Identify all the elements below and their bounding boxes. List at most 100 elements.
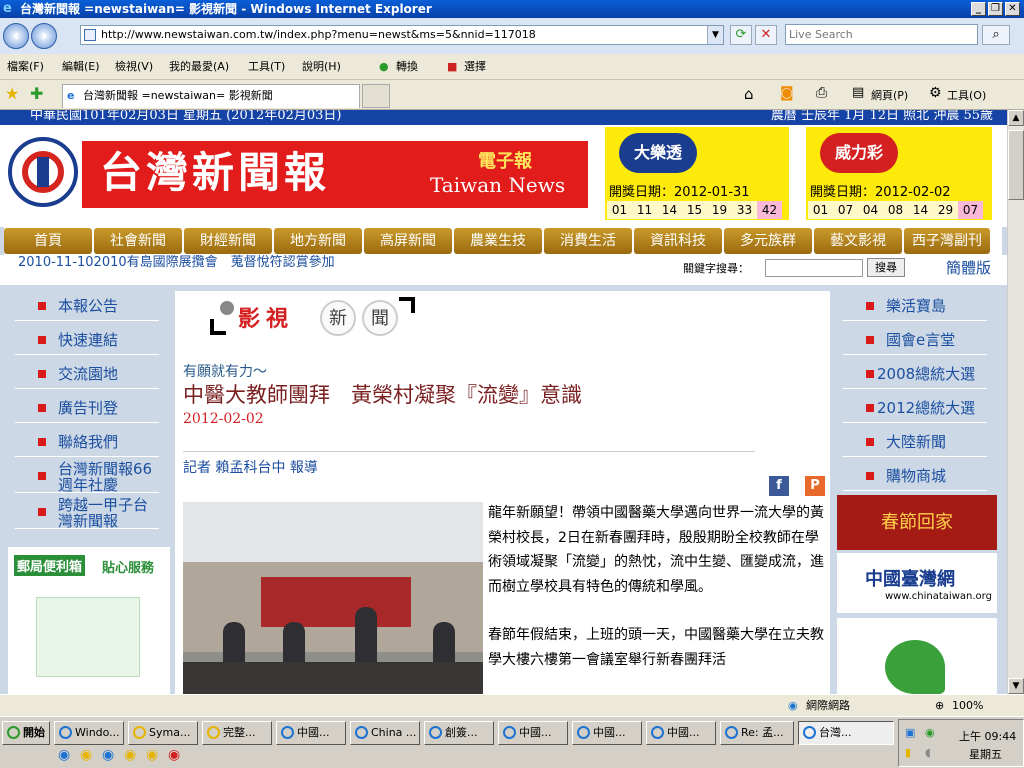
- leaf-ad[interactable]: [837, 618, 997, 694]
- taskbar-item[interactable]: Windo...: [54, 721, 124, 745]
- tools-menu-button[interactable]: 工具(O): [947, 87, 986, 103]
- stop-icon[interactable]: ✕: [755, 25, 777, 45]
- back-button[interactable]: ‹: [3, 23, 29, 49]
- taskbar-item[interactable]: China ...: [350, 721, 420, 745]
- network-icon[interactable]: ▣: [905, 726, 915, 739]
- sidebar-item-shopping[interactable]: 購物商城: [843, 461, 987, 491]
- security-icon[interactable]: ◉: [925, 726, 935, 739]
- quicklaunch-media-icon[interactable]: ◉: [168, 747, 180, 763]
- new-tab-button[interactable]: [362, 84, 390, 108]
- nav-tech[interactable]: 資訊科技: [634, 228, 722, 254]
- close-button[interactable]: ✕: [1005, 2, 1020, 16]
- forward-button[interactable]: ›: [31, 23, 57, 49]
- post-office-ad[interactable]: 郵局便利箱 貼心服務: [8, 547, 170, 694]
- menu-tools[interactable]: 工具(T): [248, 55, 285, 79]
- sidebar-item-parliament[interactable]: 國會e言堂: [843, 325, 987, 355]
- nav-ethnic[interactable]: 多元族群: [724, 228, 812, 254]
- quicklaunch-folder-icon[interactable]: ◉: [80, 747, 92, 763]
- page-menu-button[interactable]: 網頁(P): [871, 87, 908, 103]
- nav-agri[interactable]: 農業生技: [454, 228, 542, 254]
- address-dropdown-icon[interactable]: ▼: [707, 26, 723, 44]
- start-label: 開始: [23, 726, 45, 739]
- maximize-button[interactable]: ❐: [988, 2, 1003, 16]
- sidebar-item-happy-island[interactable]: 樂活寶島: [843, 291, 987, 321]
- chinataiwan-ad[interactable]: 中國臺灣網 www.chinataiwan.org: [837, 553, 997, 613]
- select-button[interactable]: 選擇: [464, 55, 486, 79]
- taskbar-item[interactable]: 完整...: [202, 721, 272, 745]
- article-date: 2012-02-02: [183, 411, 264, 427]
- menu-view[interactable]: 檢視(V): [115, 55, 153, 79]
- banner-english: Taiwan News: [430, 173, 566, 197]
- shield-icon[interactable]: ▮: [905, 746, 911, 759]
- volume-icon[interactable]: ◖: [925, 746, 931, 759]
- nav-arts[interactable]: 藝文影視: [814, 228, 902, 254]
- vertical-scrollbar[interactable]: ▲ ▼: [1007, 110, 1024, 694]
- address-bar[interactable]: http://www.newstaiwan.com.tw/index.php?m…: [80, 25, 724, 45]
- sidebar-item-mainland[interactable]: 大陸新聞: [843, 427, 987, 457]
- taskbar-item[interactable]: 中國...: [498, 721, 568, 745]
- sidebar-item-anniversary[interactable]: 台灣新聞報66週年社慶: [15, 461, 159, 493]
- taskbar-label: 創簽...: [445, 726, 478, 739]
- simplified-link[interactable]: 簡體版: [946, 257, 991, 278]
- tools-gear-icon: ⚙: [929, 85, 942, 101]
- taskbar-item[interactable]: 中國...: [646, 721, 716, 745]
- article-paragraph: 春節年假結束，上班的頭一天，中國醫藥大學在立夫教學大樓六樓第一會議室舉行新春團拜…: [488, 627, 824, 668]
- facebook-icon[interactable]: f: [769, 476, 789, 496]
- sidebar-item-forum[interactable]: 交流園地: [15, 359, 159, 389]
- site-header: 台灣新聞報 電子報 Taiwan News 大樂透 開獎日期：2012-01-3…: [0, 125, 1007, 227]
- scroll-down-icon[interactable]: ▼: [1008, 678, 1024, 694]
- rss-icon[interactable]: ◙: [780, 85, 794, 101]
- nav-kaoping[interactable]: 高屏新聞: [364, 228, 452, 254]
- home-icon[interactable]: ⌂: [744, 85, 754, 103]
- taskbar-item-active[interactable]: 台灣...: [798, 721, 894, 745]
- sidebar-item-election-2012[interactable]: 2012總統大選: [843, 393, 987, 423]
- zoom-level[interactable]: 100%: [952, 695, 983, 717]
- new-year-ad[interactable]: 春節回家: [837, 495, 997, 550]
- scroll-up-icon[interactable]: ▲: [1008, 110, 1024, 126]
- sidebar-item-notice[interactable]: 本報公告: [15, 291, 159, 321]
- menu-bar: 檔案(F) 編輯(E) 檢視(V) 我的最愛(A) 工具(T) 說明(H) ● …: [0, 54, 1024, 80]
- menu-file[interactable]: 檔案(F): [7, 55, 44, 79]
- quicklaunch-desktop-icon[interactable]: ◉: [102, 747, 114, 763]
- scroll-thumb[interactable]: [1008, 130, 1024, 200]
- nav-consumer[interactable]: 消費生活: [544, 228, 632, 254]
- keyword-search-button[interactable]: 搜尋: [867, 258, 905, 277]
- taskbar-item[interactable]: 中國...: [276, 721, 346, 745]
- print-icon[interactable]: ⎙: [816, 85, 827, 101]
- sidebar-item-links[interactable]: 快速連結: [15, 325, 159, 355]
- quicklaunch-messenger-icon[interactable]: ◉: [124, 747, 136, 763]
- refresh-icon[interactable]: ⟳: [730, 25, 752, 45]
- taskbar-item[interactable]: Syma...: [128, 721, 198, 745]
- search-icon[interactable]: ⌕: [982, 25, 1010, 45]
- sidebar-item-sixty-years[interactable]: 跨越一甲子台灣新聞報: [15, 497, 159, 529]
- menu-edit[interactable]: 編輯(E): [62, 55, 100, 79]
- menu-favorites[interactable]: 我的最愛(A): [169, 55, 229, 79]
- article-photo[interactable]: [183, 502, 483, 694]
- convert-button[interactable]: 轉換: [396, 55, 418, 79]
- quicklaunch-ie-icon[interactable]: ◉: [58, 747, 70, 763]
- lotto-649-panel[interactable]: 大樂透 開獎日期：2012-01-31 01 11 14 15 19 33 42: [605, 127, 789, 220]
- taskbar-item[interactable]: 創簽...: [424, 721, 494, 745]
- site-logo[interactable]: [8, 137, 78, 207]
- site-banner[interactable]: 台灣新聞報 電子報 Taiwan News: [82, 141, 588, 208]
- add-favorites-icon[interactable]: ✚: [30, 84, 43, 103]
- sidebar-item-ads[interactable]: 廣告刊登: [15, 393, 159, 423]
- start-button[interactable]: 開始: [2, 721, 50, 745]
- live-search-input[interactable]: Live Search: [785, 24, 978, 45]
- sidebar-item-contact[interactable]: 聯絡我們: [15, 427, 159, 457]
- sidebar-item-election-2008[interactable]: 2008總統大選: [843, 359, 987, 389]
- clock-time[interactable]: 上午 09:44: [959, 728, 1016, 744]
- taskbar-item[interactable]: 中國...: [572, 721, 642, 745]
- post-ad-heading: 郵局便利箱: [14, 555, 86, 576]
- marquee-text[interactable]: 2010-11-102010有島國際展攬會 蒐督悅符認賞參加: [18, 251, 335, 270]
- quicklaunch-app-icon[interactable]: ◉: [146, 747, 158, 763]
- plurk-icon[interactable]: P: [805, 476, 825, 496]
- nav-supplement[interactable]: 西子灣副刊: [904, 228, 990, 254]
- keyword-search-input[interactable]: [765, 259, 863, 277]
- taskbar-item[interactable]: Re: 孟...: [720, 721, 794, 745]
- favorites-star-icon[interactable]: ★: [5, 84, 19, 103]
- menu-help[interactable]: 說明(H): [302, 55, 341, 79]
- power-lotto-panel[interactable]: 威力彩 開獎日期：2012-02-02 01 07 04 08 14 29 07: [806, 127, 992, 220]
- minimize-button[interactable]: _: [971, 2, 986, 16]
- browser-tab[interactable]: e 台灣新聞報 =newstaiwan= 影視新聞: [62, 84, 360, 108]
